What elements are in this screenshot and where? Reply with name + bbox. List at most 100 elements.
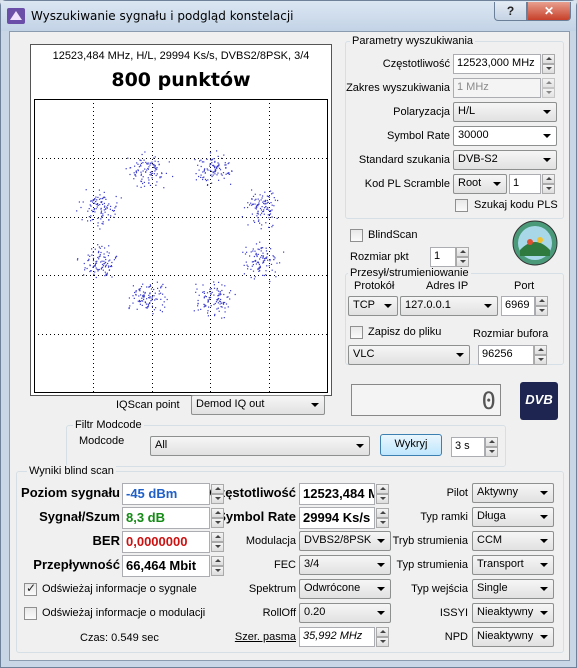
throughput-spinner[interactable] bbox=[211, 556, 224, 576]
range-spinner[interactable] bbox=[542, 78, 555, 98]
ip-value: 127.0.0.1 bbox=[405, 299, 451, 311]
frequency-spinner[interactable] bbox=[542, 54, 555, 74]
input-type-select[interactable]: Single bbox=[472, 579, 554, 599]
spin-up-icon[interactable] bbox=[211, 508, 224, 518]
signal-level-spinner[interactable] bbox=[211, 484, 224, 504]
spin-down-icon[interactable] bbox=[376, 637, 389, 647]
spin-down-icon[interactable] bbox=[211, 494, 224, 504]
refresh-modulation-checkbox[interactable] bbox=[24, 607, 37, 620]
timer-spinner[interactable] bbox=[485, 437, 498, 457]
chevron-down-icon bbox=[543, 110, 551, 114]
refresh-signal-checkbox[interactable] bbox=[24, 581, 37, 596]
spin-up-icon[interactable] bbox=[542, 78, 555, 88]
spin-up-icon[interactable] bbox=[535, 296, 548, 306]
help-button[interactable]: ? bbox=[494, 2, 527, 21]
constellation-point bbox=[100, 198, 102, 200]
spin-up-icon[interactable] bbox=[211, 532, 224, 542]
buffer-size-spinner[interactable] bbox=[534, 345, 547, 365]
npd-select[interactable]: Nieaktywny bbox=[472, 627, 554, 647]
constellation-point bbox=[172, 175, 174, 178]
spin-down-icon[interactable] bbox=[542, 88, 555, 98]
spin-up-icon[interactable] bbox=[456, 247, 469, 257]
protocol-select[interactable]: TCP bbox=[348, 296, 398, 316]
constellation-point bbox=[98, 246, 100, 248]
constellation-point bbox=[203, 291, 205, 293]
spin-down-icon[interactable] bbox=[211, 542, 224, 552]
frequency-input[interactable]: 12523,000 MHz bbox=[453, 54, 541, 74]
player-select[interactable]: VLC bbox=[348, 345, 470, 365]
constellation-point bbox=[94, 211, 96, 213]
result-frequency-spinner[interactable] bbox=[376, 484, 389, 504]
throughput-label: Przepływność bbox=[33, 557, 120, 572]
ber-spinner[interactable] bbox=[211, 532, 224, 552]
standard-select[interactable]: DVB-S2 bbox=[453, 150, 557, 170]
range-input[interactable]: 1 MHz bbox=[453, 78, 541, 98]
constellation-point bbox=[225, 303, 228, 305]
spin-down-icon[interactable] bbox=[534, 355, 547, 365]
fec-select[interactable]: 3/4 bbox=[299, 555, 391, 575]
result-symbol-rate-spinner[interactable] bbox=[376, 508, 389, 528]
frame-type-select[interactable]: Długa bbox=[472, 507, 554, 527]
spin-up-icon[interactable] bbox=[376, 484, 389, 494]
constellation-point bbox=[247, 224, 249, 226]
save-to-file-checkbox[interactable] bbox=[350, 326, 363, 339]
modulation-select[interactable]: DVBS2/8PSK bbox=[299, 531, 391, 551]
spin-up-icon[interactable] bbox=[542, 54, 555, 64]
constellation-point bbox=[90, 215, 92, 217]
port-spinner[interactable] bbox=[535, 296, 548, 316]
detect-button[interactable]: Wykryj bbox=[380, 434, 442, 456]
spin-down-icon[interactable] bbox=[376, 494, 389, 504]
search-pls-checkbox[interactable] bbox=[455, 199, 468, 212]
constellation-point bbox=[95, 208, 97, 210]
pl-scramble-spinner[interactable] bbox=[542, 174, 555, 194]
spin-up-icon[interactable] bbox=[211, 484, 224, 494]
chevron-down-icon bbox=[377, 611, 385, 615]
spin-up-icon[interactable] bbox=[211, 556, 224, 566]
client-area: 12523,484 MHz, H/L, 29994 Ks/s, DVBS2/8P… bbox=[9, 31, 570, 661]
constellation-point bbox=[259, 258, 261, 260]
pl-scramble-input[interactable]: 1 bbox=[509, 174, 541, 194]
pilot-select[interactable]: Aktywny bbox=[472, 483, 554, 503]
title-bar[interactable]: Wyszukiwanie sygnału i podgląd konstelac… bbox=[1, 1, 576, 31]
constellation-point bbox=[251, 198, 253, 200]
constellation-point bbox=[200, 308, 202, 310]
port-input[interactable]: 6969 bbox=[501, 296, 535, 316]
polarization-select[interactable]: H/L bbox=[453, 102, 557, 122]
iqscan-select[interactable]: Demod IQ out bbox=[191, 395, 325, 415]
spin-down-icon[interactable] bbox=[376, 518, 389, 528]
spin-down-icon[interactable] bbox=[542, 64, 555, 74]
spin-down-icon[interactable] bbox=[456, 257, 469, 267]
bandwidth-spinner[interactable] bbox=[376, 627, 389, 647]
buffer-size-input[interactable]: 96256 bbox=[478, 345, 534, 365]
spin-up-icon[interactable] bbox=[534, 345, 547, 355]
modcode-select[interactable]: All bbox=[150, 436, 370, 456]
symbol-rate-select[interactable]: 30000 bbox=[453, 126, 557, 146]
spin-down-icon[interactable] bbox=[211, 566, 224, 576]
timer-field[interactable]: 3 s bbox=[451, 437, 485, 457]
snr-spinner[interactable] bbox=[211, 508, 224, 528]
spin-up-icon[interactable] bbox=[376, 508, 389, 518]
constellation-point bbox=[95, 276, 97, 279]
point-size-input[interactable]: 1 bbox=[430, 247, 456, 267]
spin-down-icon[interactable] bbox=[211, 518, 224, 528]
blindscan-checkbox[interactable] bbox=[350, 229, 363, 242]
spin-up-icon[interactable] bbox=[485, 437, 498, 447]
issyi-select[interactable]: Nieaktywny bbox=[472, 603, 554, 623]
spin-up-icon[interactable] bbox=[542, 174, 555, 184]
spin-down-icon[interactable] bbox=[542, 184, 555, 194]
stream-type-select[interactable]: Transport bbox=[472, 555, 554, 575]
point-size-spinner[interactable] bbox=[456, 247, 469, 267]
stream-mode-select[interactable]: CCM bbox=[472, 531, 554, 551]
ip-select[interactable]: 127.0.0.1 bbox=[400, 296, 498, 316]
constellation-point bbox=[247, 265, 249, 268]
constellation-point bbox=[98, 198, 101, 200]
close-button[interactable]: ✕ bbox=[527, 2, 571, 21]
spin-down-icon[interactable] bbox=[535, 306, 548, 316]
constellation-point bbox=[89, 264, 91, 266]
spin-down-icon[interactable] bbox=[485, 447, 498, 457]
spin-up-icon[interactable] bbox=[376, 627, 389, 637]
constellation-point bbox=[220, 306, 222, 308]
rolloff-select[interactable]: 0.20 bbox=[299, 603, 391, 623]
pl-scramble-mode-select[interactable]: Root bbox=[453, 174, 507, 194]
spectrum-select[interactable]: Odwrócone bbox=[299, 579, 391, 599]
